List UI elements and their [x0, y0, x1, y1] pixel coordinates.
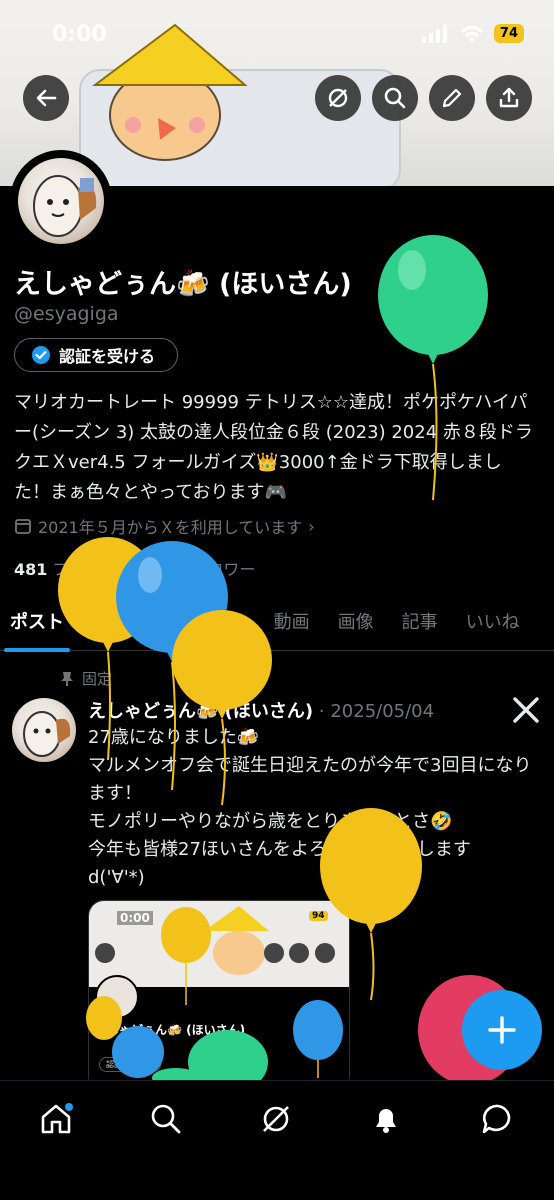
search-icon [151, 1104, 181, 1134]
balloon-green [378, 235, 488, 501]
balloon-small-blue [293, 1000, 343, 1078]
plus-icon [488, 1016, 516, 1044]
nav-notifications[interactable] [366, 1099, 406, 1139]
balloon-yellow-2 [172, 610, 272, 806]
balloon-small-yellow-2 [86, 996, 122, 1040]
home-icon [41, 1103, 73, 1134]
compose-button[interactable] [462, 990, 542, 1070]
bottom-navigation [0, 1080, 554, 1200]
bell-icon [376, 1109, 396, 1133]
balloon-yellow-3 [320, 808, 422, 1001]
nav-messages[interactable] [478, 1099, 518, 1139]
nav-search[interactable] [146, 1099, 186, 1139]
nav-home[interactable] [36, 1099, 76, 1139]
grok-icon [263, 1106, 289, 1132]
balloon-small-blue-2 [112, 1026, 164, 1078]
nav-grok[interactable] [256, 1099, 296, 1139]
chat-icon [482, 1104, 511, 1134]
balloon-small-yellow [161, 907, 211, 1005]
